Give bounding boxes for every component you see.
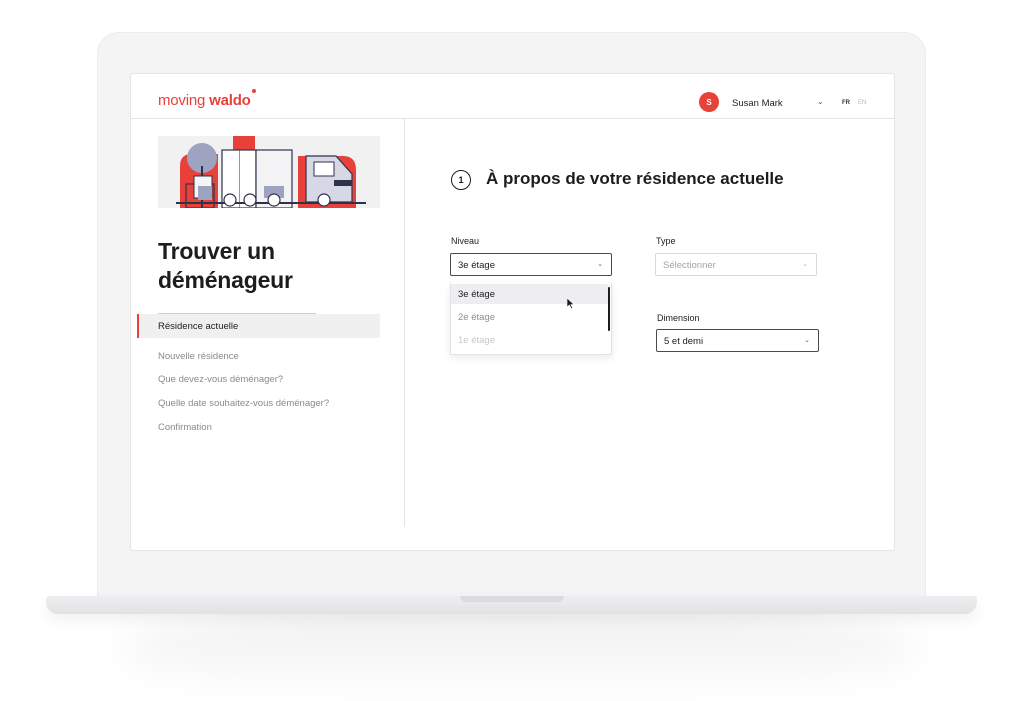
page-title: Trouver un déménageur [158,238,293,293]
dimension-value: 5 et demi [664,336,704,347]
language-en[interactable]: EN [858,100,866,106]
laptop-notch [460,596,564,602]
niveau-value: 3e étage [458,260,495,271]
sidebar-divider [404,119,405,527]
mouse-cursor-icon [567,298,575,310]
chevron-down-icon: ⌄ [597,261,603,268]
option-label: 2e étage [458,312,495,323]
dropdown-scrollbar[interactable] [608,287,610,331]
dropdown-option[interactable]: 1e étage [451,330,609,350]
sidebar-step-new-residence[interactable]: Nouvelle résidence [158,351,239,362]
sidebar-step-date[interactable]: Quelle date souhaitez-vous déménager? [158,398,329,409]
chevron-down-icon[interactable]: ⌄ [817,97,824,106]
sidebar-step-items[interactable]: Que devez-vous déménager? [158,374,283,385]
chevron-down-icon: ⌄ [804,337,810,344]
chevron-down-icon: ⌄ [802,261,808,268]
laptop-shadow [120,600,920,700]
logo-text-waldo: waldo [209,92,251,109]
type-label: Type [656,236,676,246]
dimension-label: Dimension [657,313,700,323]
logo-text-moving: moving [158,92,210,109]
user-name[interactable]: Susan Mark [732,98,783,109]
avatar[interactable]: S [699,92,719,112]
language-fr[interactable]: FR [842,100,850,106]
app-screen: moving waldo S Susan Mark ⌄ FR EN Trouve… [130,73,895,551]
niveau-label: Niveau [451,236,480,246]
section-title: À propos de votre résidence actuelle [486,169,784,188]
logo-dot [251,89,256,93]
option-label: 1e étage [458,335,495,346]
sidebar-step-confirmation[interactable]: Confirmation [158,422,212,433]
niveau-select[interactable]: 3e étage ⌄ [450,253,612,276]
type-placeholder: Sélectionner [663,260,716,271]
logo[interactable]: moving waldo [158,89,256,109]
step-number-badge: 1 [451,170,471,190]
top-bar: moving waldo S Susan Mark ⌄ FR EN [131,74,894,119]
truck-illustration [158,136,380,208]
sidebar-step-current-residence[interactable]: Résidence actuelle [137,314,380,338]
sidebar-step-label: Résidence actuelle [158,321,239,332]
dimension-select[interactable]: 5 et demi ⌄ [656,329,819,352]
type-select[interactable]: Sélectionner ⌄ [655,253,817,276]
niveau-dropdown: 3e étage 2e étage 1e étage [450,283,612,355]
dropdown-option[interactable]: 2e étage [451,307,609,327]
option-label: 3e étage [458,289,495,300]
dropdown-option[interactable]: 3e étage [451,284,609,304]
